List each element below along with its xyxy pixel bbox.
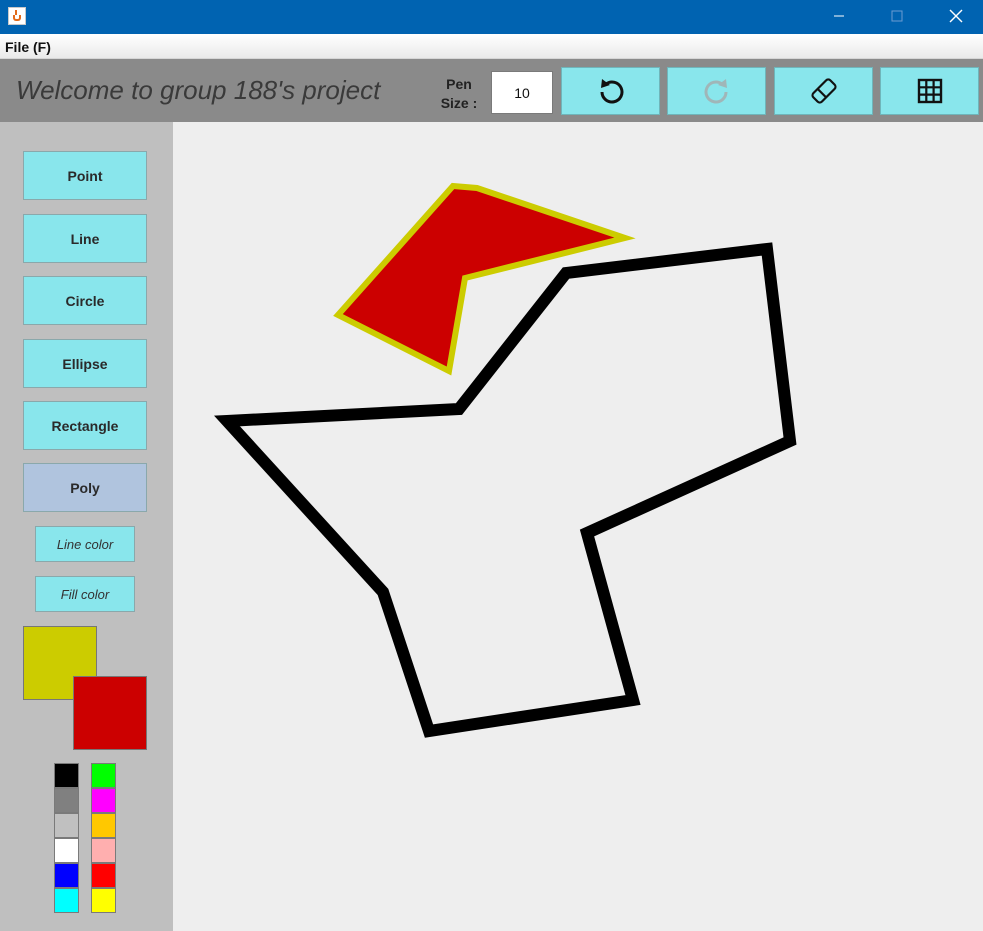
maximize-icon: [891, 10, 903, 22]
pen-size-input[interactable]: [491, 71, 553, 114]
redo-button: [667, 67, 766, 115]
palette-color-swatch[interactable]: [91, 788, 116, 813]
palette-color-swatch[interactable]: [91, 763, 116, 788]
palette-color-swatch[interactable]: [91, 863, 116, 888]
menu-bar: File (F): [0, 34, 983, 59]
pen-size-label-line2: Size :: [440, 95, 478, 111]
palette-color-swatch[interactable]: [91, 813, 116, 838]
menu-file[interactable]: File (F): [5, 39, 51, 55]
close-button[interactable]: [933, 0, 979, 32]
drawing-canvas[interactable]: [173, 122, 983, 931]
pen-size-label: Pen Size :: [436, 75, 482, 113]
palette-color-swatch[interactable]: [54, 763, 79, 788]
maximize-button: [874, 0, 920, 32]
line-button[interactable]: Line: [23, 214, 147, 263]
fill-color-swatch[interactable]: [73, 676, 147, 750]
close-icon: [949, 9, 963, 23]
filled-polygon: [333, 182, 636, 376]
undo-icon: [600, 79, 623, 104]
palette-color-swatch[interactable]: [54, 838, 79, 863]
eraser-button[interactable]: [774, 67, 873, 115]
point-button[interactable]: Point: [23, 151, 147, 200]
line-color-button[interactable]: Line color: [35, 526, 135, 562]
poly-button[interactable]: Poly: [23, 463, 147, 512]
grid-button[interactable]: [880, 67, 979, 115]
pen-size-label-line1: Pen: [446, 76, 472, 92]
java-app-icon: [8, 7, 26, 25]
rectangle-button[interactable]: Rectangle: [23, 401, 147, 450]
grid-icon: [917, 78, 942, 104]
palette-color-swatch[interactable]: [91, 838, 116, 863]
palette-color-swatch[interactable]: [54, 788, 79, 813]
minimize-button[interactable]: [816, 0, 862, 32]
minimize-icon: [834, 15, 844, 17]
palette-color-swatch[interactable]: [91, 888, 116, 913]
undo-button[interactable]: [561, 67, 660, 115]
canvas-drawing: [214, 182, 797, 738]
redo-icon: [704, 79, 727, 104]
circle-button[interactable]: Circle: [23, 276, 147, 325]
eraser-icon: [810, 78, 837, 104]
outline-polygon: [214, 242, 797, 738]
palette-color-swatch[interactable]: [54, 813, 79, 838]
welcome-title: Welcome to group 188's project: [16, 75, 381, 105]
palette-color-swatch[interactable]: [54, 888, 79, 913]
palette-color-swatch[interactable]: [54, 863, 79, 888]
app-window: File (F) Welcome to group 188's project …: [0, 0, 983, 931]
title-bar[interactable]: [0, 0, 983, 34]
ellipse-button[interactable]: Ellipse: [23, 339, 147, 388]
fill-color-button[interactable]: Fill color: [35, 576, 135, 612]
